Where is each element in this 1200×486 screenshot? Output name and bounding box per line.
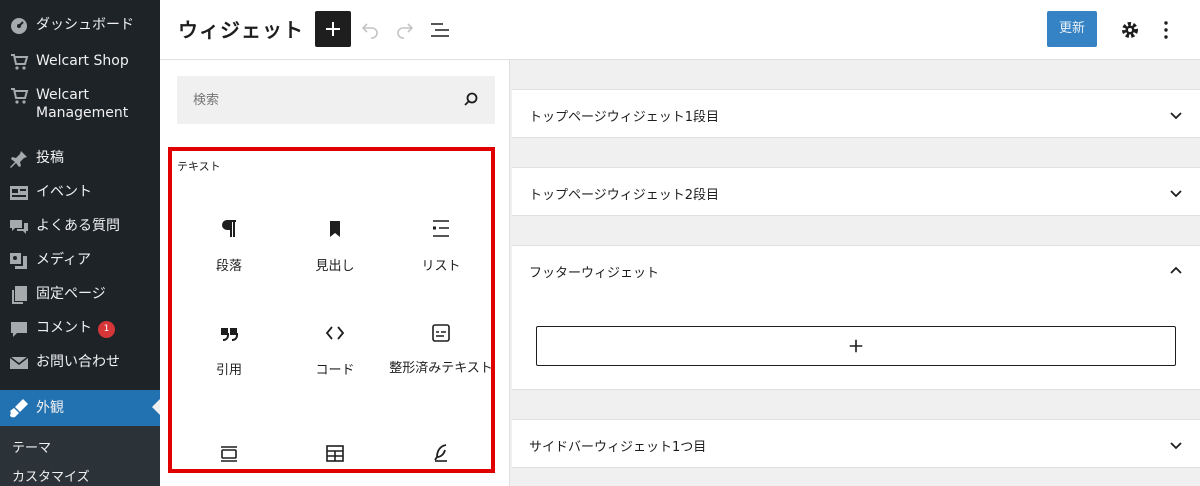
chevron-down-icon (1170, 112, 1182, 120)
widget-area-title: トップページウィジェット1段目 (529, 110, 720, 125)
sidebar-item-media[interactable]: メディア (0, 251, 160, 275)
comments-icon (10, 220, 28, 234)
widget-area-title: サイドバーウィジェット1つ目 (529, 440, 707, 455)
media-icon (10, 253, 27, 269)
sidebar-item-label: コメント (36, 320, 92, 336)
sidebar-item-label: お問い合わせ (36, 354, 120, 370)
sidebar-item-events[interactable]: イベント (0, 183, 160, 207)
block-category-title: テキスト (177, 160, 221, 173)
comment-count-badge: 1 (98, 321, 115, 338)
sidebar-item-dashboard[interactable]: ダッシュボード (0, 16, 160, 40)
pin-icon (10, 151, 27, 168)
event-icon (10, 186, 28, 200)
sidebar-item-welcart-shop[interactable]: Welcart Shop (0, 52, 160, 76)
chevron-up-icon[interactable] (1166, 261, 1186, 281)
block-label: 引用 (215, 363, 242, 378)
sidebar-item-label: メディア (36, 252, 92, 268)
sidebar-item-label: ダッシュボード (36, 17, 134, 33)
sidebar-item-faq[interactable]: よくある質問 (0, 217, 160, 241)
quote-icon (221, 328, 238, 341)
widget-area-top1[interactable]: トップページウィジェット1段目 (512, 89, 1200, 138)
table-icon (326, 445, 344, 462)
list-view-icon[interactable] (428, 18, 452, 42)
preformatted-icon (432, 324, 450, 342)
settings-gear-icon[interactable] (1118, 18, 1142, 42)
comment-icon (11, 322, 27, 337)
mail-icon (9, 356, 29, 369)
block-table[interactable] (282, 441, 388, 465)
sidebar-item-appearance[interactable]: 外観 (0, 390, 160, 426)
undo-icon[interactable] (358, 17, 382, 41)
plus-icon (849, 339, 863, 353)
code-icon (325, 326, 345, 340)
sidebar-item-welcart-management[interactable]: Welcart Management (0, 86, 160, 126)
block-code[interactable]: コード (282, 321, 388, 421)
search-icon (464, 92, 478, 106)
chevron-down-icon (1170, 190, 1182, 198)
submenu-item-themes[interactable]: テーマ (12, 437, 51, 456)
widget-area-footer: フッターウィジェット (512, 245, 1200, 390)
sidebar-item-label: Welcart Management (36, 87, 129, 121)
block-quote[interactable]: 引用 (176, 321, 282, 421)
sidebar-item-label: 固定ページ (36, 286, 106, 302)
widget-area-title: フッターウィジェット (529, 266, 660, 281)
heading-icon (330, 221, 340, 237)
appearance-submenu: テーマ カスタマイズ (0, 426, 160, 486)
paragraph-icon (222, 220, 236, 237)
block-paragraph[interactable]: 段落 (176, 217, 282, 317)
widget-area-top2[interactable]: トップページウィジェット2段目 (512, 167, 1200, 216)
page-title: ウィジェット (178, 18, 304, 42)
block-label: リスト (421, 259, 461, 274)
sidebar-item-label: イベント (36, 184, 92, 200)
block-label: 段落 (215, 259, 242, 274)
active-indicator (152, 399, 160, 415)
pages-icon (12, 286, 27, 304)
block-label: コード (315, 363, 355, 378)
block-verse[interactable] (388, 441, 494, 465)
sidebar-item-label: よくある質問 (36, 218, 120, 234)
add-block-button[interactable] (315, 11, 351, 47)
block-search-input[interactable] (177, 76, 457, 124)
block-label: 整形済みテキスト (389, 361, 493, 376)
sidebar-item-label: 外観 (36, 400, 64, 416)
widget-area-sidebar1[interactable]: サイドバーウィジェット1つ目 (512, 419, 1200, 468)
editor-header: ウィジェット 更新 (160, 0, 1200, 60)
sidebar-item-label: 投稿 (36, 150, 64, 166)
sidebar-item-contact[interactable]: お問い合わせ (0, 353, 160, 377)
appearance-icon (10, 399, 28, 418)
block-list[interactable]: リスト (388, 217, 494, 317)
list-icon (433, 220, 449, 237)
dashboard-icon (11, 18, 27, 34)
block-preformatted[interactable]: 整形済みテキスト (388, 321, 494, 421)
more-options-icon[interactable] (1154, 18, 1178, 42)
block-label: 見出し (315, 259, 355, 274)
cart-icon (11, 88, 29, 104)
add-block-button-footer[interactable] (536, 326, 1176, 366)
submenu-item-customize[interactable]: カスタマイズ (12, 466, 90, 485)
block-pullquote[interactable] (176, 441, 282, 465)
sidebar-item-comments[interactable]: コメント 1 (0, 319, 160, 343)
pullquote-icon (221, 446, 237, 462)
sidebar-item-pages[interactable]: 固定ページ (0, 285, 160, 309)
sidebar-item-posts[interactable]: 投稿 (0, 149, 160, 173)
admin-sidebar: ダッシュボード Welcart Shop Welcart Management … (0, 0, 160, 486)
update-button[interactable]: 更新 (1047, 11, 1097, 47)
block-heading[interactable]: 見出し (282, 217, 388, 317)
redo-icon[interactable] (393, 17, 417, 41)
block-search (177, 76, 495, 124)
plus-icon (326, 22, 340, 36)
cart-icon (11, 54, 29, 70)
chevron-down-icon (1170, 442, 1182, 450)
sidebar-item-label: Welcart Shop (36, 53, 129, 69)
verse-icon (434, 444, 447, 462)
widget-area-title: トップページウィジェット2段目 (529, 188, 720, 203)
